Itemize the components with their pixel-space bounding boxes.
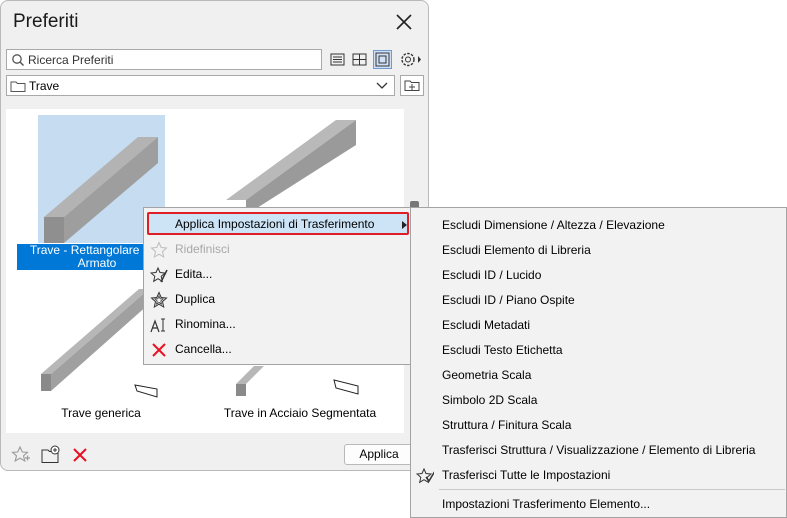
menu-item-duplicate[interactable]: Duplica [144,287,410,312]
folder-select[interactable]: Trave [6,75,395,96]
submenu-arrow-icon [402,221,407,229]
submenu-item[interactable]: Escludi Dimensione / Altezza / Elevazion… [411,213,786,238]
menu-item-apply-transfer-settings[interactable]: Applica Impostazioni di Trasferimento [144,212,410,237]
favorite-item-label[interactable]: Trave in Acciaio Segmentata [220,406,380,420]
star-check-icon [416,467,434,484]
rename-icon [150,318,165,333]
submenu-item[interactable]: Escludi ID / Piano Ospite [411,288,786,313]
submenu-item[interactable]: Escludi Elemento di Libreria [411,238,786,263]
settings-gear-icon[interactable] [398,49,424,70]
menu-item-redefine: Ridefinisci [144,237,410,262]
folder-icon [10,81,26,92]
submenu-item[interactable]: Geometria Scala [411,363,786,388]
submenu-item[interactable]: Escludi Metadati [411,313,786,338]
close-icon[interactable] [394,12,414,32]
duplicate-star-icon [150,291,168,309]
submenu-item[interactable]: Escludi ID / Lucido [411,263,786,288]
menu-item-edit[interactable]: Edita... [144,262,410,287]
edit-star-icon [150,266,168,283]
apply-button[interactable]: Applica [344,444,414,465]
search-input[interactable]: Ricerca Preferiti [6,49,322,70]
submenu-item[interactable]: Simbolo 2D Scala [411,388,786,413]
star-outline-icon [150,241,168,259]
transfer-settings-submenu: Escludi Dimensione / Altezza / Elevazion… [410,207,787,518]
submenu-item-element-transfer-settings[interactable]: Impostazioni Trasferimento Elemento... [411,492,786,517]
favorite-item-label[interactable]: Trave generica [26,406,176,420]
submenu-item-transfer-all[interactable]: Trasferisci Tutte le Impostazioni [411,463,786,488]
favorite-item-thumbnail[interactable] [216,115,366,215]
search-icon [12,54,25,67]
list-view-icon[interactable] [328,50,347,69]
delete-icon[interactable] [71,446,89,464]
add-favorite-star-icon[interactable] [11,445,31,465]
submenu-item[interactable]: Struttura / Finitura Scala [411,413,786,438]
search-placeholder: Ricerca Preferiti [28,53,114,67]
menu-item-rename[interactable]: Rinomina... [144,312,410,337]
folder-label: Trave [29,79,60,93]
chevron-down-icon [376,82,388,89]
menu-item-delete[interactable]: Cancella... [144,337,410,362]
submenu-item[interactable]: Trasferisci Struttura / Visualizzazione … [411,438,786,463]
submenu-item[interactable]: Escludi Testo Etichetta [411,338,786,363]
red-x-icon [152,343,166,357]
palette-title: Preferiti [13,11,79,32]
context-menu: Applica Impostazioni di Trasferimento Ri… [143,207,411,365]
folder-up-icon[interactable] [400,75,424,96]
large-preview-icon[interactable] [373,50,392,69]
menu-separator [439,489,785,490]
new-folder-icon[interactable] [40,444,62,466]
grid-view-icon[interactable] [350,50,369,69]
